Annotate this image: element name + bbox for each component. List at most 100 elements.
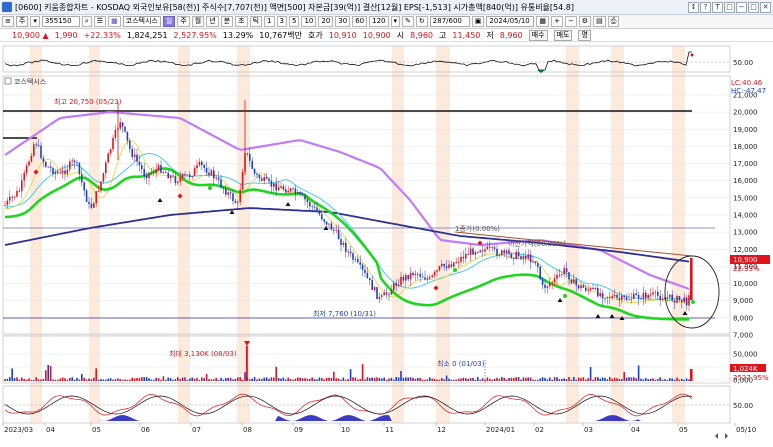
close-button[interactable]: ✕ xyxy=(760,1,771,13)
candle-body xyxy=(301,193,304,196)
chevron-down-icon[interactable]: ▾ xyxy=(30,16,40,27)
price-info-bar: 10,900 ▲ 1,990 +22.33% 1,824,251 2,527.9… xyxy=(0,29,773,42)
candle-body xyxy=(685,297,688,306)
window-title: [0600] 키움종합차트 - KOSDAQ 외국인보유[58(천)] 주식수[… xyxy=(15,2,574,12)
maximize-button[interactable]: □ xyxy=(748,1,759,13)
candle-body xyxy=(93,203,95,208)
candle-body xyxy=(54,171,57,174)
tab-month[interactable]: 월 xyxy=(191,16,205,27)
help-button[interactable]: ? xyxy=(700,1,711,13)
volume-bar xyxy=(436,379,438,381)
restore-button[interactable]: □ xyxy=(724,1,735,13)
price-candles xyxy=(4,100,693,312)
signal-dot xyxy=(453,268,457,272)
interval-20[interactable]: 20 xyxy=(318,16,334,27)
volume-bar xyxy=(604,378,606,381)
current-price-tag-text: 10,900 xyxy=(733,256,758,264)
zoom-out-icon[interactable]: − xyxy=(564,16,577,27)
candle-body xyxy=(148,172,150,179)
tab-minute[interactable]: 분 xyxy=(220,16,234,27)
candle-body xyxy=(635,293,637,295)
candle-body xyxy=(21,180,23,192)
candle-body xyxy=(234,201,237,203)
volume-bar xyxy=(143,377,145,381)
interval-3[interactable]: 3 xyxy=(276,16,287,27)
calendar-icon[interactable]: ▦ xyxy=(536,16,550,27)
volume-bar xyxy=(556,377,558,381)
interval-30[interactable]: 30 xyxy=(335,16,351,27)
candle-body xyxy=(311,206,313,207)
menu-icon[interactable]: ≡ xyxy=(2,16,14,27)
candle-body xyxy=(438,266,441,271)
candle-body xyxy=(220,179,222,188)
volume-bar xyxy=(551,379,553,381)
list-icon[interactable]: ☰ xyxy=(93,16,107,27)
candle-body xyxy=(273,183,275,187)
flag-icon[interactable]: ■ xyxy=(108,16,121,27)
candle-body xyxy=(42,158,45,162)
minimize-button[interactable]: − xyxy=(736,1,747,13)
volume-bar xyxy=(414,378,417,381)
volume-bar xyxy=(505,379,508,381)
interval-1[interactable]: 1 xyxy=(264,16,275,27)
scroll-left-icon[interactable] xyxy=(715,433,718,439)
volume-bar xyxy=(28,378,30,381)
buy-button[interactable]: 매수 xyxy=(528,29,548,41)
volume-bar xyxy=(369,377,371,381)
stock-code-input[interactable]: 355150 xyxy=(41,16,80,27)
sell-button[interactable]: 매도 xyxy=(553,29,573,41)
search-icon[interactable]: ⌕ xyxy=(81,16,92,27)
interval-10[interactable]: 10 xyxy=(301,16,317,27)
volume-bar xyxy=(676,377,678,381)
candle-body xyxy=(431,275,433,278)
lock-icon[interactable]: ▣ xyxy=(471,16,485,27)
chevron-down-icon[interactable]: ▾ xyxy=(390,16,401,27)
x-axis-label: 10 xyxy=(341,426,350,434)
x-axis-label: 03 xyxy=(584,426,593,434)
volume-bar xyxy=(237,377,239,381)
volume-bar xyxy=(33,379,35,381)
print-icon[interactable]: ⎙ xyxy=(607,16,620,27)
candle-body xyxy=(184,174,186,175)
interval-5[interactable]: 5 xyxy=(288,16,300,27)
volume-bar xyxy=(376,377,378,381)
candle-body xyxy=(450,264,453,267)
shaded-band xyxy=(611,46,624,423)
tab-year[interactable]: 년 xyxy=(206,16,219,27)
interval-120[interactable]: 120 xyxy=(369,16,389,27)
candle-body xyxy=(553,278,556,283)
candle-body xyxy=(23,172,25,181)
date-input[interactable]: 2024/05/10 xyxy=(486,16,535,27)
tab-tick[interactable]: 틱 xyxy=(249,16,263,27)
interval-60[interactable]: 60 xyxy=(352,16,368,27)
extra-button[interactable]: 명 xyxy=(578,29,591,41)
volume-bar xyxy=(465,378,467,381)
count-input[interactable]: 287/600 xyxy=(429,16,470,27)
tab-second[interactable]: 초 xyxy=(235,16,248,27)
volume-bar xyxy=(133,378,136,381)
x-axis-label: 06 xyxy=(141,426,150,434)
cycle-icon[interactable]: ↻ xyxy=(415,16,428,27)
volume-bar xyxy=(210,379,213,381)
legend-checkbox[interactable] xyxy=(4,77,12,85)
volume-bar xyxy=(112,379,114,381)
tab-day[interactable]: 일 xyxy=(162,16,176,27)
x-axis-label: 07 xyxy=(192,426,201,434)
period-select[interactable]: 주 xyxy=(15,16,29,27)
volume-bar xyxy=(249,379,251,381)
price-panel-legend: 코스텍시스 xyxy=(14,77,47,86)
candle-body xyxy=(40,145,42,159)
stock-chart[interactable]: .tick { font-family: "DejaVu Sans", sans… xyxy=(0,42,773,447)
resize-button[interactable]: ↕ xyxy=(688,1,699,13)
candle-body xyxy=(193,168,196,177)
zoom-in-icon[interactable]: + xyxy=(551,16,563,27)
scroll-right-icon[interactable] xyxy=(725,433,728,439)
font-button[interactable]: T xyxy=(712,1,723,13)
volume-bar xyxy=(328,377,330,381)
cursor-icon[interactable]: ✎ xyxy=(402,16,414,27)
save-icon[interactable]: ▤ xyxy=(593,16,606,27)
settings-icon[interactable]: ⚙ xyxy=(578,16,592,27)
volume-bar xyxy=(141,377,143,381)
tab-week[interactable]: 주 xyxy=(177,16,190,27)
x-axis-label: 05 xyxy=(679,426,688,434)
